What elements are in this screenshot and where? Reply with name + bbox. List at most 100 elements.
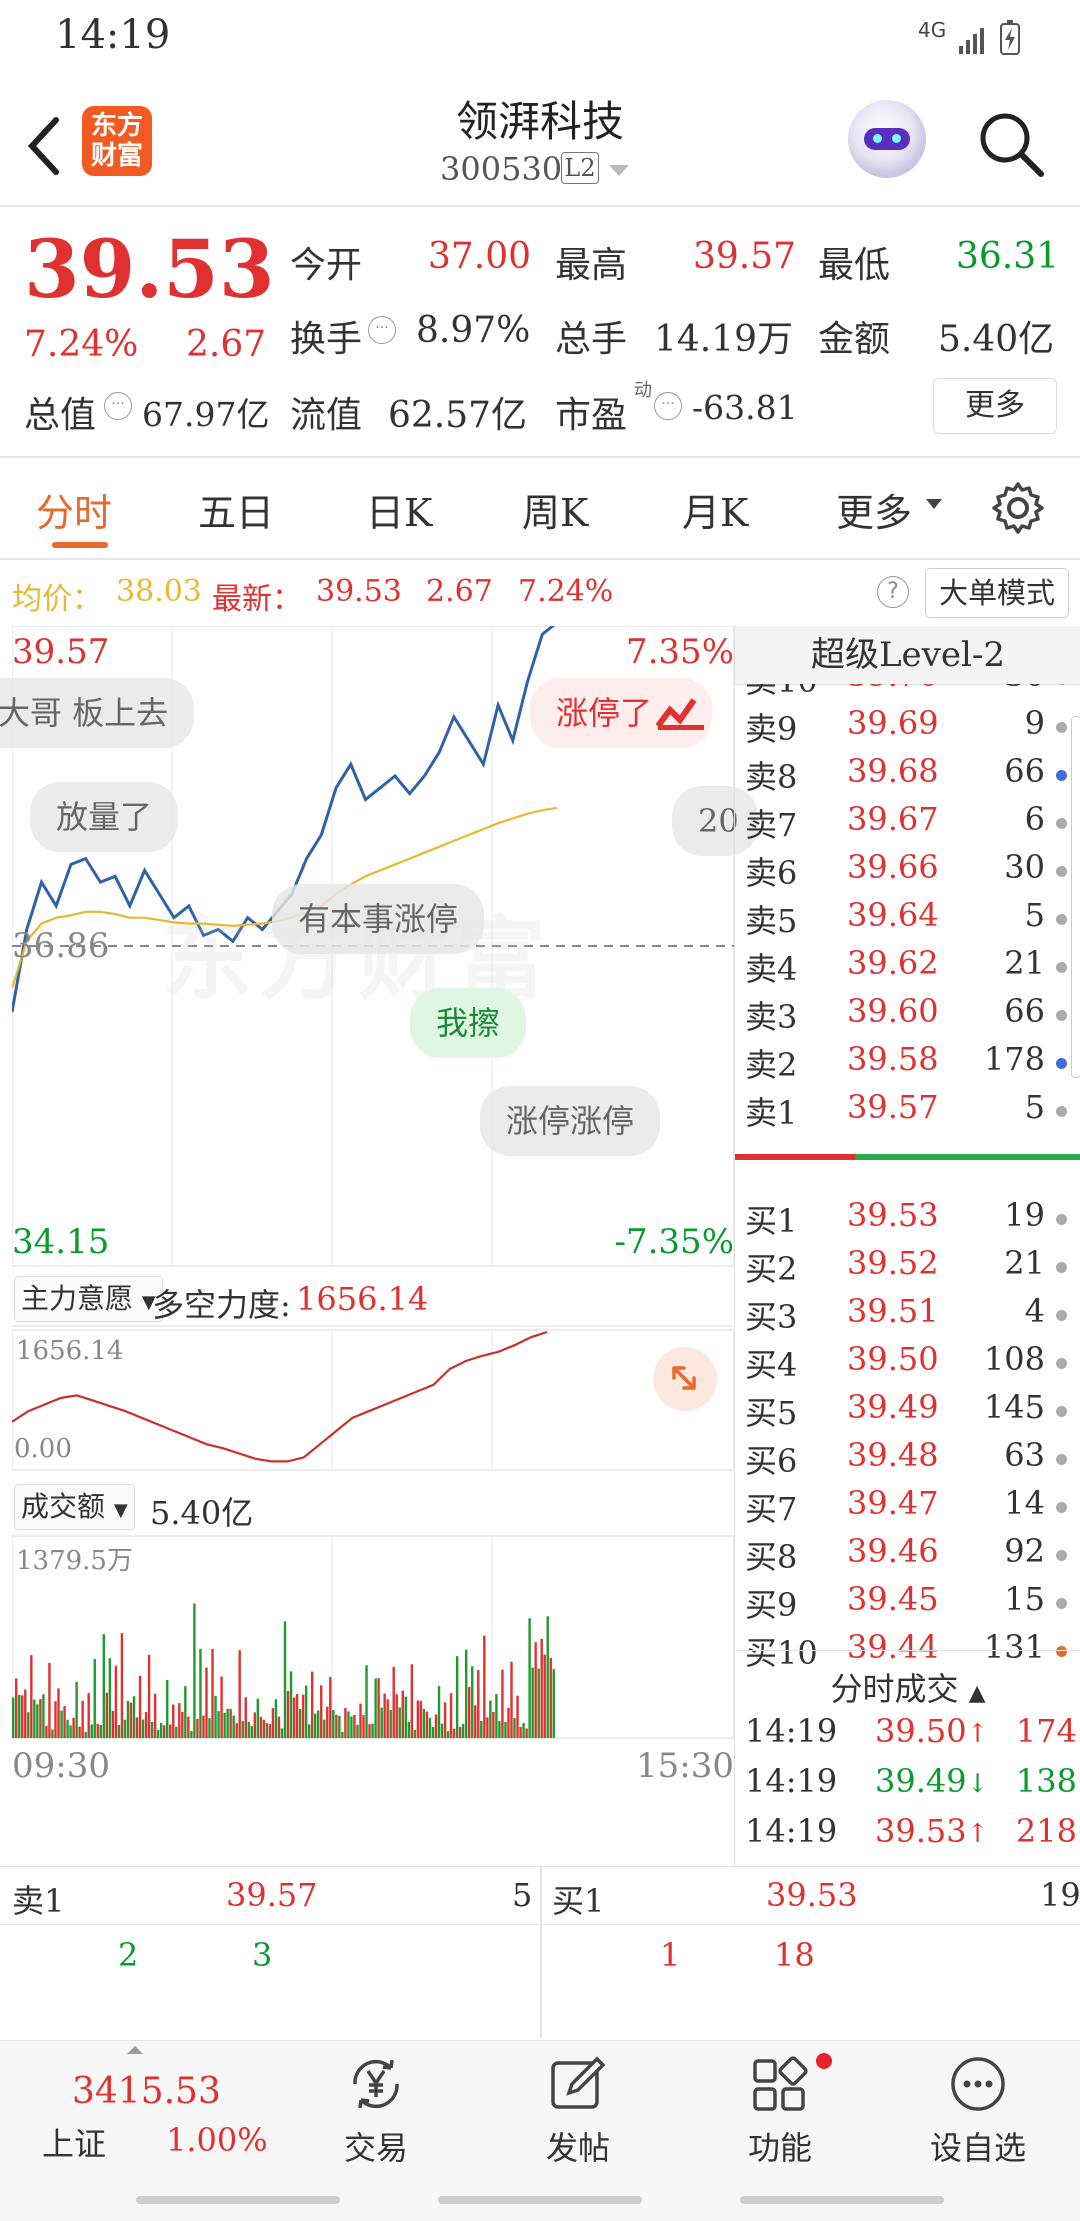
ask-row[interactable]: 卖3 39.60 66 bbox=[735, 992, 1080, 1040]
ask-label: 卖10 bbox=[745, 684, 818, 702]
order-book-title[interactable]: 超级Level-2 bbox=[735, 626, 1080, 685]
comment-bubble[interactable]: 大哥 板上去 bbox=[0, 678, 195, 748]
order-dot bbox=[1056, 1646, 1067, 1657]
big-order-mode-button[interactable]: 大单模式 bbox=[925, 568, 1069, 618]
indicator-select[interactable]: 主力意愿 ▼ bbox=[14, 1276, 163, 1322]
ask-row[interactable]: 卖1 39.57 5 bbox=[735, 1088, 1080, 1136]
tab-weekly-k[interactable]: 周K bbox=[522, 482, 588, 537]
index-ticker[interactable]: 3415.53 上证 1.00% bbox=[0, 2041, 276, 2181]
more-quote-button[interactable]: 更多 bbox=[933, 378, 1057, 434]
ask-volume: 21 bbox=[1004, 944, 1045, 982]
robot-avatar-icon[interactable] bbox=[848, 100, 926, 178]
bid-row[interactable]: 买8 39.46 92 bbox=[735, 1532, 1080, 1580]
ask-row[interactable]: 卖9 39.69 9 bbox=[735, 704, 1080, 752]
indicator-min-label: 0.00 bbox=[14, 1434, 72, 1464]
bid-row[interactable]: 买9 39.45 15 bbox=[735, 1580, 1080, 1628]
stock-name[interactable]: 领湃科技 bbox=[340, 88, 740, 149]
volume-bar bbox=[519, 1726, 522, 1738]
bid-row[interactable]: 买2 39.52 21 bbox=[735, 1244, 1080, 1292]
nav-post[interactable]: 发帖 bbox=[508, 2053, 648, 2169]
bid-price: 39.44 bbox=[847, 1628, 939, 1666]
volume-bar bbox=[199, 1648, 202, 1738]
header: 东方财富 领湃科技 300530 L2 bbox=[0, 78, 1080, 206]
bid-row[interactable]: 买5 39.49 145 bbox=[735, 1388, 1080, 1436]
ticks-title[interactable]: 分时成交 ▲ bbox=[735, 1664, 1080, 1710]
bid-row[interactable]: 买7 39.47 14 bbox=[735, 1484, 1080, 1532]
nav-trade[interactable]: 交易 bbox=[306, 2053, 446, 2169]
volume-bar bbox=[223, 1712, 226, 1738]
system-nav-bar[interactable] bbox=[438, 2196, 642, 2204]
intraday-chart[interactable]: 东方财富 39.57 7.35% 36.86 34.15 -7.35% 大哥 板… bbox=[0, 626, 758, 1816]
tab-five-day[interactable]: 五日 bbox=[198, 482, 274, 537]
back-arrow-icon[interactable] bbox=[20, 106, 70, 186]
volume-bar bbox=[549, 1657, 552, 1738]
volume-bar bbox=[51, 1729, 54, 1738]
volume-bar bbox=[365, 1665, 368, 1738]
ask-volume: 6 bbox=[1024, 800, 1045, 838]
float-label: 流值 bbox=[290, 395, 363, 436]
bid-label: 买1 bbox=[745, 1202, 798, 1240]
comment-bubble[interactable]: 我擦 bbox=[410, 988, 527, 1058]
nav-function[interactable]: 功能 bbox=[710, 2053, 850, 2169]
order-dot bbox=[1056, 1106, 1067, 1117]
volume-bar bbox=[184, 1686, 187, 1738]
volume-bar bbox=[320, 1685, 323, 1738]
bid-row[interactable]: 买4 39.50 108 bbox=[735, 1340, 1080, 1388]
help-icon[interactable]: ? bbox=[877, 576, 909, 608]
scrollbar[interactable] bbox=[1071, 716, 1080, 1078]
volume-select[interactable]: 成交额 ▼ bbox=[14, 1484, 135, 1530]
amount-label: 金额 bbox=[818, 319, 891, 360]
nav-add-watchlist[interactable]: 设自选 bbox=[908, 2053, 1048, 2169]
info-dots-icon[interactable]: ··· bbox=[368, 316, 396, 344]
comment-bubble[interactable]: 有本事涨停 bbox=[272, 884, 485, 954]
volume-bar bbox=[483, 1635, 486, 1738]
ask-row[interactable]: 卖6 39.66 30 bbox=[735, 848, 1080, 896]
ask-row[interactable]: 卖7 39.67 6 bbox=[735, 800, 1080, 848]
tab-daily-k[interactable]: 日K bbox=[366, 482, 432, 537]
comment-bubble[interactable]: 放量了 bbox=[30, 782, 179, 852]
volume-bar bbox=[471, 1666, 474, 1738]
price-info-line: 均价： 38.03 最新： 39.53 2.67 7.24% bbox=[0, 562, 1080, 624]
low-value: 36.31 bbox=[956, 236, 1060, 277]
ask-row[interactable]: 卖5 39.64 5 bbox=[735, 896, 1080, 944]
order-dot bbox=[1056, 962, 1067, 973]
app-logo: 东方财富 bbox=[82, 106, 152, 176]
volume-bar bbox=[314, 1713, 317, 1738]
bid-volume: 108 bbox=[983, 1340, 1045, 1378]
settings-gear-icon[interactable] bbox=[990, 480, 1046, 536]
tab-more[interactable]: 更多 bbox=[836, 482, 912, 537]
volume-bar bbox=[193, 1603, 196, 1738]
ask-price: 39.68 bbox=[847, 752, 939, 790]
system-nav-bar[interactable] bbox=[740, 2196, 944, 2204]
ask-price: 39.64 bbox=[847, 896, 939, 934]
caret-down-icon[interactable] bbox=[925, 498, 943, 510]
volume-bar bbox=[247, 1721, 250, 1738]
chevron-down-icon[interactable] bbox=[608, 164, 630, 178]
bid-row[interactable]: 买6 39.48 63 bbox=[735, 1436, 1080, 1484]
volume-bar bbox=[265, 1723, 269, 1738]
info-dots-icon[interactable]: ··· bbox=[104, 392, 132, 420]
ask-row[interactable]: 卖8 39.68 66 bbox=[735, 752, 1080, 800]
bid-row[interactable]: 买3 39.51 4 bbox=[735, 1292, 1080, 1340]
avg-label: 均价： bbox=[12, 582, 102, 617]
tab-intraday[interactable]: 分时 bbox=[36, 482, 112, 537]
volume-bar bbox=[117, 1725, 121, 1738]
expand-icon[interactable] bbox=[652, 1346, 718, 1412]
volume-max-label: 1379.5万 bbox=[16, 1546, 133, 1576]
search-icon[interactable] bbox=[975, 108, 1047, 180]
comment-bubble[interactable]: 涨停涨停 bbox=[480, 1086, 661, 1156]
ask-label: 卖7 bbox=[745, 806, 798, 844]
bid-price: 39.48 bbox=[847, 1436, 939, 1474]
ask-row[interactable]: 卖10 39.70 30 bbox=[735, 684, 1080, 704]
bid-row[interactable]: 买1 39.53 19 bbox=[735, 1196, 1080, 1244]
info-dots-icon[interactable]: ··· bbox=[654, 392, 682, 420]
system-nav-bar[interactable] bbox=[136, 2196, 340, 2204]
pe-superscript: 动 bbox=[634, 380, 652, 401]
volume-bar bbox=[525, 1728, 528, 1738]
tick-volume: 174 bbox=[1015, 1712, 1077, 1750]
tab-monthly-k[interactable]: 月K bbox=[682, 482, 748, 537]
ask-row[interactable]: 卖2 39.58 178 bbox=[735, 1040, 1080, 1088]
comment-bubble[interactable]: 涨停了 bbox=[530, 678, 713, 748]
ask-row[interactable]: 卖4 39.62 21 bbox=[735, 944, 1080, 992]
order-dot bbox=[1056, 1550, 1067, 1561]
